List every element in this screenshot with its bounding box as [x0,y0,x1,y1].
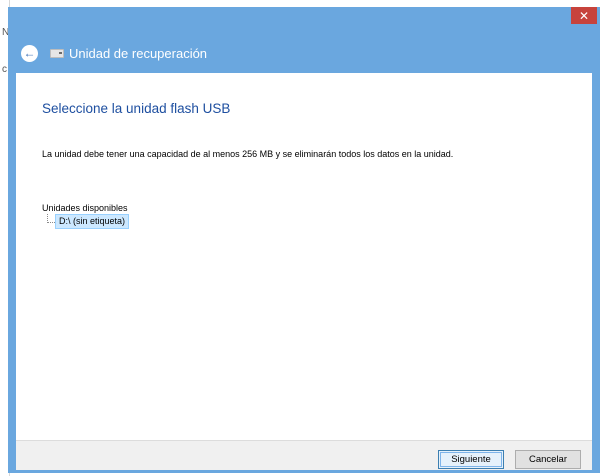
button-bar: Siguiente Cancelar [16,440,592,470]
cancel-button[interactable]: Cancelar [515,450,581,469]
usb-drive-icon [50,48,64,58]
title-bar: ← Unidad de recuperación [8,33,600,73]
next-button[interactable]: Siguiente [438,450,504,469]
recovery-drive-window: ✕ ← Unidad de recuperación Seleccione la… [8,7,600,473]
drive-list-item-d[interactable]: D:\ (sin etiqueta) [55,214,130,229]
available-drives-label: Unidades disponibles [42,203,128,213]
close-button[interactable]: ✕ [571,7,597,24]
close-icon: ✕ [578,8,590,23]
description-text: La unidad debe tener una capacidad de al… [42,149,454,159]
back-arrow-icon: ← [23,46,36,60]
tree-connector [47,214,55,223]
page-heading: Seleccione la unidad flash USB [42,101,231,116]
background-text-fragment: c [2,64,7,75]
back-button[interactable]: ← [21,44,38,62]
content-area: Seleccione la unidad flash USB La unidad… [16,73,592,440]
window-title: Unidad de recuperación [69,45,208,61]
